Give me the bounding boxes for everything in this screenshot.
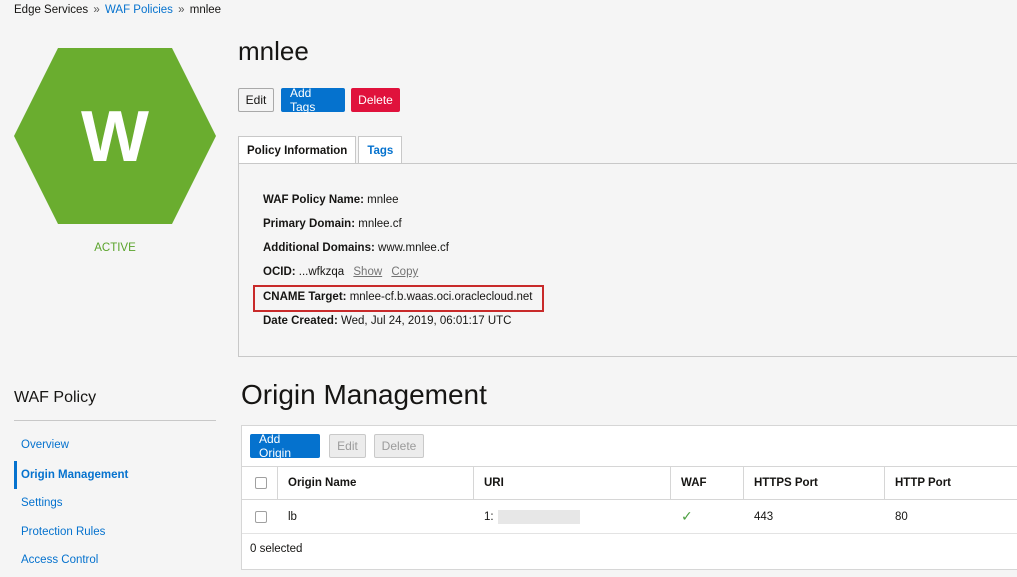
origin-management-title: Origin Management [241,379,487,410]
column-header-uri[interactable]: URI [473,467,669,499]
uri-value: 1: [484,510,494,523]
resource-hexagon-icon: W [14,48,216,224]
policy-info-panel: WAF Policy Name: mnlee Primary Domain: m… [238,163,1017,357]
additional-domains-label: Additional Domains: [263,242,375,254]
tab-bar: Policy Information Tags [238,136,404,164]
breadcrumb: Edge Services » WAF Policies » mnlee [14,4,221,16]
date-created-label: Date Created: [263,315,338,327]
table-row[interactable]: lb 1: ✓ 443 80 [242,500,1017,534]
sidebar-item-protection-rules[interactable]: Protection Rules [14,526,105,538]
delete-button[interactable]: Delete [351,88,400,112]
ocid-value: ...wfkzqa [298,266,345,278]
ocid-label: OCID: [263,266,296,278]
breadcrumb-separator: » [93,4,100,16]
origins-table: Add Origin Edit Delete Origin Name URI W… [241,425,1017,570]
tab-policy-information[interactable]: Policy Information [238,136,357,164]
column-header-http-port[interactable]: HTTP Port [884,467,1016,499]
policy-name-value: mnlee [367,194,399,206]
policy-name-row: WAF Policy Name: mnlee [263,194,399,206]
cname-target-value: mnlee-cf.b.waas.oci.oraclecloud.net [349,291,533,303]
sidebar-item-settings[interactable]: Settings [14,497,63,509]
http-port-cell: 80 [895,510,908,523]
column-header-waf[interactable]: WAF [670,467,743,499]
breadcrumb-root[interactable]: Edge Services [14,4,88,16]
row-checkbox[interactable] [255,510,267,523]
sidebar-title: WAF Policy [14,389,97,406]
edit-button[interactable]: Edit [238,88,274,112]
uri-cell: 1: [474,500,670,533]
status-label: ACTIVE [94,242,136,254]
ocid-show-link[interactable]: Show [353,266,382,278]
policy-name-label: WAF Policy Name: [263,194,364,206]
additional-domains-value: www.mnlee.cf [378,242,449,254]
column-header-https-port[interactable]: HTTPS Port [743,467,884,499]
delete-origin-button[interactable]: Delete [374,434,424,458]
primary-domain-label: Primary Domain: [263,218,356,230]
column-header-origin-name[interactable]: Origin Name [277,467,473,499]
breadcrumb-waf-policies[interactable]: WAF Policies [105,4,173,16]
waf-cell: ✓ [671,500,744,533]
https-port-cell: 443 [754,510,774,523]
ocid-copy-link[interactable]: Copy [391,266,418,278]
sidebar-divider [14,420,216,421]
table-header: Origin Name URI WAF HTTPS Port HTTP Port [242,466,1017,500]
edit-origin-button[interactable]: Edit [329,434,366,458]
tab-tags[interactable]: Tags [358,136,403,164]
row-select-cell [245,500,277,533]
select-all-cell [245,467,277,499]
redacted-uri [497,509,580,524]
cname-target-label: CNAME Target: [263,291,347,303]
add-tags-button[interactable]: Add Tags [281,86,345,114]
breadcrumb-current: mnlee [189,4,222,16]
ocid-row: OCID: ...wfkzqa Show Copy [263,266,418,278]
cname-target-row: CNAME Target: mnlee-cf.b.waas.oci.oracle… [263,291,533,303]
add-origin-button[interactable]: Add Origin [250,432,320,460]
sidebar-item-origin-management[interactable]: Origin Management [14,461,128,489]
selection-count: 0 selected [250,543,303,555]
breadcrumb-separator: » [178,4,185,16]
checkmark-icon: ✓ [681,508,693,524]
additional-domains-row: Additional Domains: www.mnlee.cf [263,242,449,254]
table-toolbar: Add Origin Edit Delete [242,426,1017,466]
origin-name-cell: lb [288,510,297,523]
page-title: mnlee [238,36,309,66]
date-created-value: Wed, Jul 24, 2019, 06:01:17 UTC [340,315,512,327]
primary-domain-row: Primary Domain: mnlee.cf [263,218,402,230]
primary-domain-value: mnlee.cf [358,218,402,230]
select-all-checkbox[interactable] [255,477,267,489]
date-created-row: Date Created: Wed, Jul 24, 2019, 06:01:1… [263,315,511,327]
resource-icon-letter: W [81,97,149,177]
sidebar-item-access-control[interactable]: Access Control [14,554,98,566]
sidebar-item-overview[interactable]: Overview [14,439,69,451]
